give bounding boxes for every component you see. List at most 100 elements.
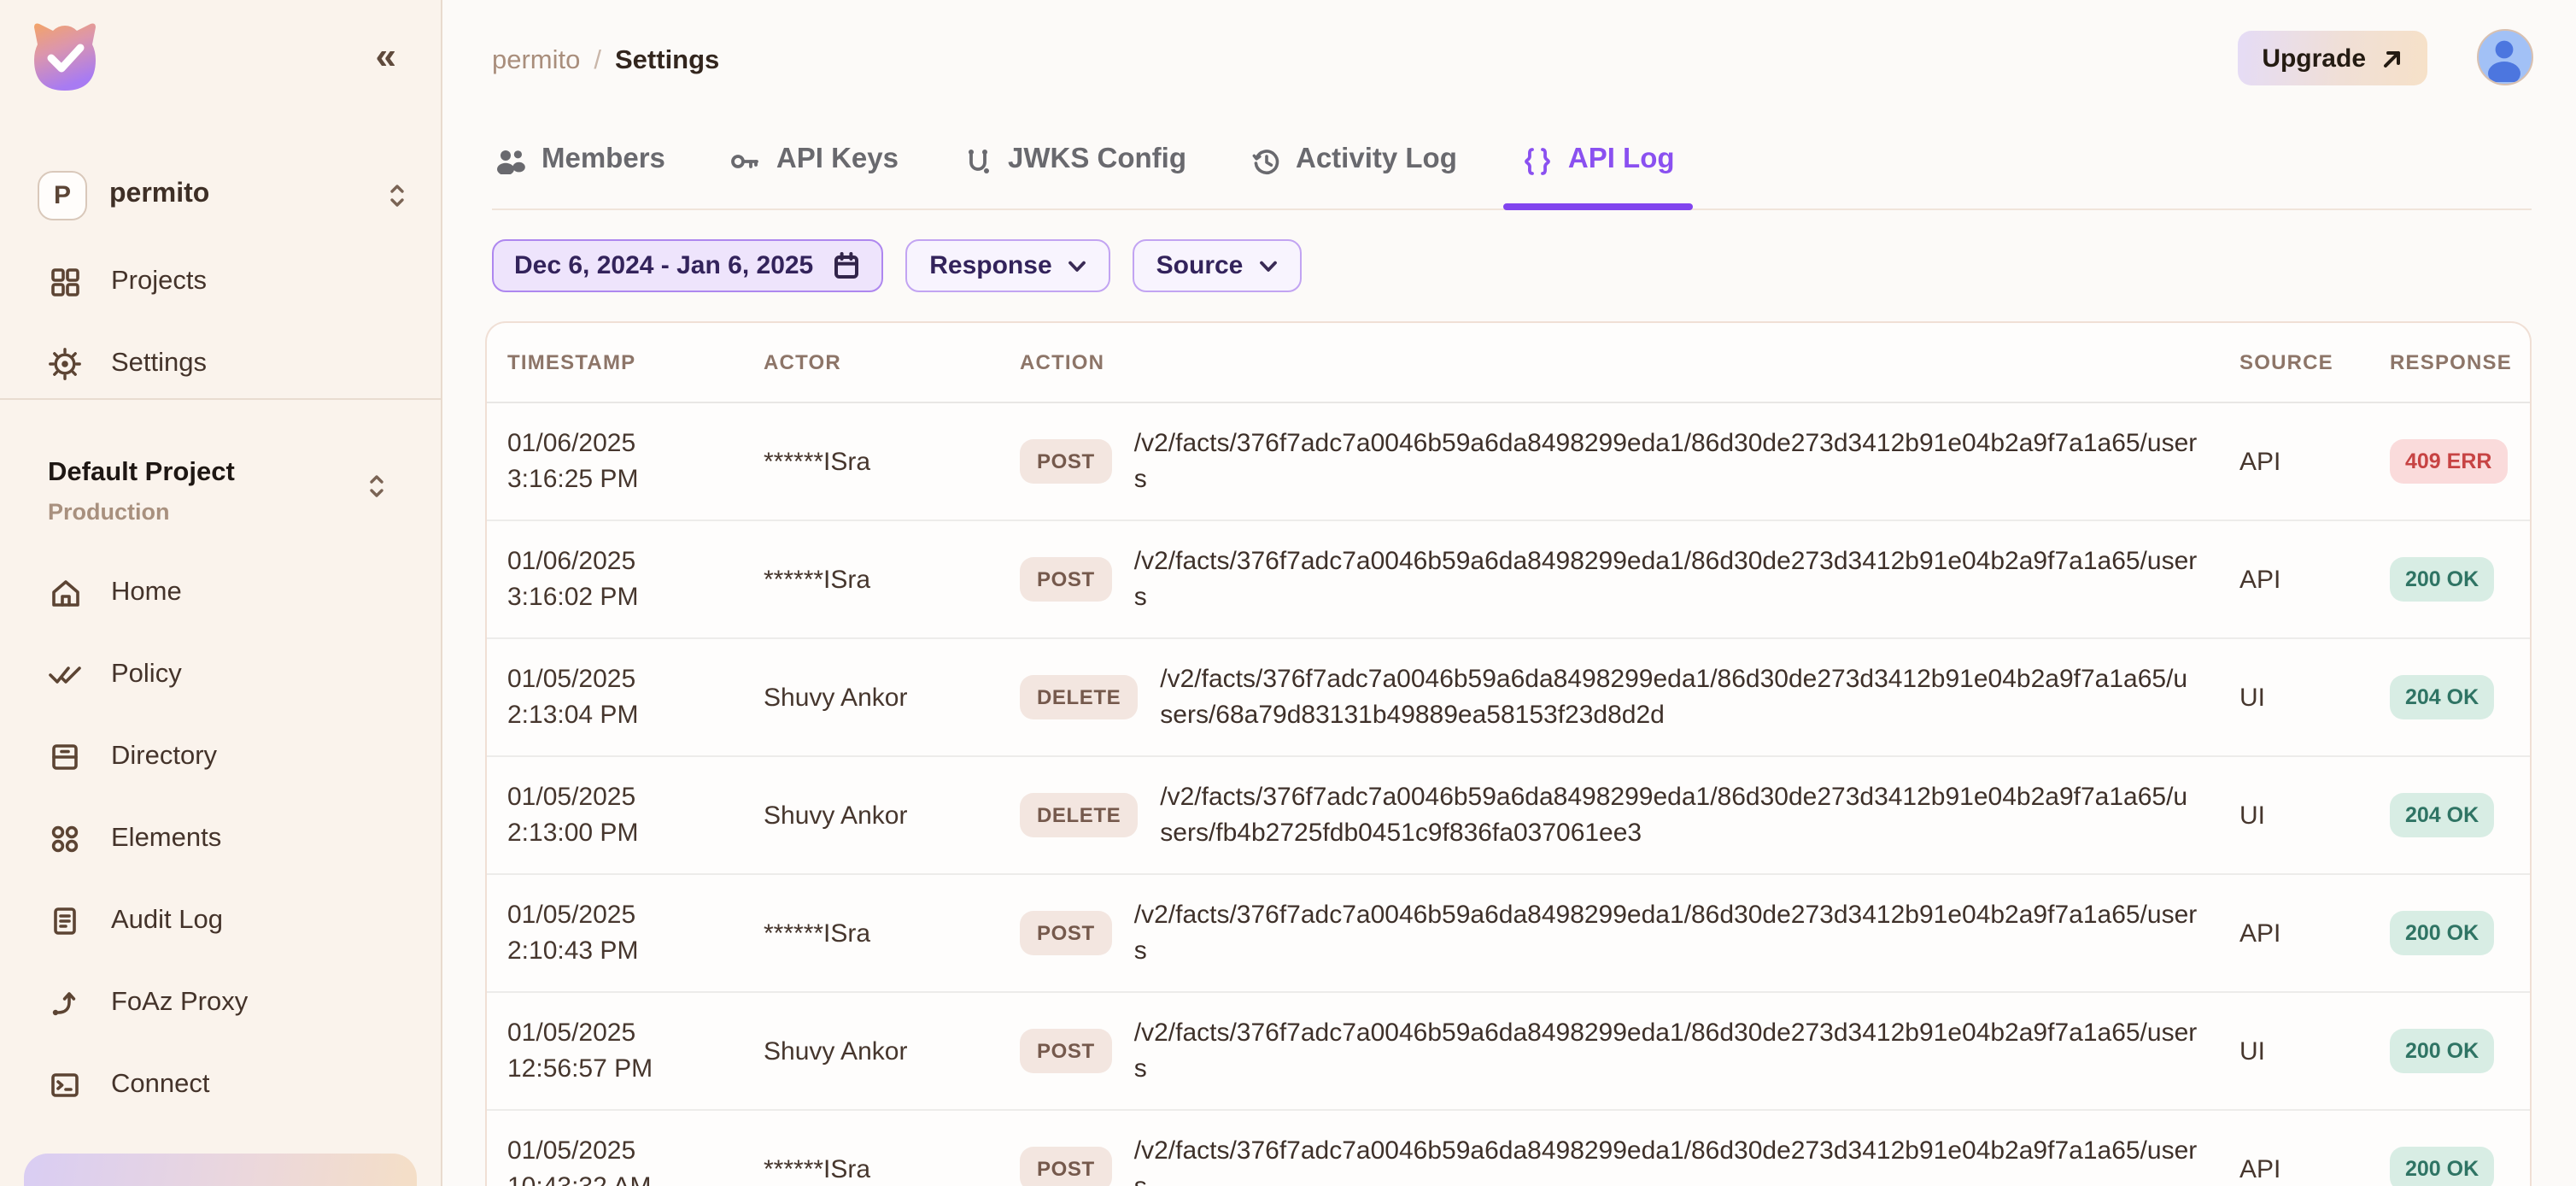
tab-label: JWKS Config bbox=[1008, 144, 1186, 176]
table-body: 01/06/20253:16:25 PM ******ISra POST /v2… bbox=[487, 403, 2530, 1186]
column-header-source: SOURCE bbox=[2239, 350, 2390, 374]
sidebar-item-policy[interactable]: Policy bbox=[27, 644, 420, 706]
sidebar-item-home[interactable]: Home bbox=[27, 562, 420, 624]
actor-cell: ******ISra bbox=[764, 1154, 1020, 1183]
action-cell: POST /v2/facts/376f7adc7a0046b59a6da8498… bbox=[1020, 426, 2239, 497]
sidebar-item-connect[interactable]: Connect bbox=[27, 1054, 420, 1116]
permit-logo-icon bbox=[32, 21, 97, 92]
column-header-actor: ACTOR bbox=[764, 350, 1020, 374]
response-filter-dropdown[interactable]: Response bbox=[905, 239, 1109, 292]
timestamp-cell: 01/05/20252:10:43 PM bbox=[507, 897, 764, 969]
sidebar-item-label: Settings bbox=[111, 349, 207, 379]
action-cell: DELETE /v2/facts/376f7adc7a0046b59a6da84… bbox=[1020, 661, 2239, 733]
table-row[interactable]: 01/06/20253:16:02 PM ******ISra POST /v2… bbox=[487, 521, 2530, 639]
table-row[interactable]: 01/05/202512:56:57 PM Shuvy Ankor POST /… bbox=[487, 993, 2530, 1111]
table-row[interactable]: 01/05/20252:13:04 PM Shuvy Ankor DELETE … bbox=[487, 639, 2530, 757]
sidebar: « P permito Projects bbox=[0, 0, 442, 1186]
sidebar-item-label: Policy bbox=[111, 660, 182, 690]
four-circles-icon bbox=[48, 822, 82, 856]
action-cell: POST /v2/facts/376f7adc7a0046b59a6da8498… bbox=[1020, 1015, 2239, 1087]
calendar-icon bbox=[832, 251, 861, 280]
sidebar-item-projects[interactable]: Projects bbox=[27, 251, 420, 313]
breadcrumb-org-link[interactable]: permito bbox=[492, 46, 580, 77]
response-cell: 200 OK bbox=[2390, 911, 2513, 955]
user-avatar[interactable] bbox=[2477, 29, 2533, 85]
tab-label: Members bbox=[542, 144, 665, 176]
method-badge: DELETE bbox=[1020, 793, 1138, 837]
sidebar-item-settings[interactable]: Settings bbox=[27, 333, 420, 395]
actor-cell: Shuvy Ankor bbox=[764, 683, 1020, 712]
tab-api-log[interactable]: API Log bbox=[1519, 137, 1678, 208]
upgrade-button[interactable]: Upgrade bbox=[2238, 31, 2427, 85]
action-cell: POST /v2/facts/376f7adc7a0046b59a6da8498… bbox=[1020, 543, 2239, 615]
timestamp-cell: 01/06/20253:16:02 PM bbox=[507, 543, 764, 615]
table-row[interactable]: 01/06/20253:16:25 PM ******ISra POST /v2… bbox=[487, 403, 2530, 521]
actor-cell: ******ISra bbox=[764, 919, 1020, 948]
terminal-icon bbox=[48, 1068, 82, 1102]
method-badge: POST bbox=[1020, 557, 1112, 602]
date-range-filter[interactable]: Dec 6, 2024 - Jan 6, 2025 bbox=[492, 239, 883, 292]
action-cell: DELETE /v2/facts/376f7adc7a0046b59a6da84… bbox=[1020, 779, 2239, 851]
promo-card[interactable] bbox=[24, 1154, 417, 1186]
sidebar-item-label: FoAz Proxy bbox=[111, 988, 248, 1019]
sidebar-item-audit-log[interactable]: Audit Log bbox=[27, 890, 420, 952]
actor-cell: Shuvy Ankor bbox=[764, 1036, 1020, 1066]
chevron-down-icon bbox=[1258, 259, 1277, 273]
response-badge: 200 OK bbox=[2390, 1147, 2494, 1186]
chevron-updown-icon bbox=[367, 472, 386, 501]
response-cell: 409 ERR bbox=[2390, 439, 2513, 484]
date-range-value: Dec 6, 2024 - Jan 6, 2025 bbox=[514, 251, 813, 280]
timestamp-cell: 01/05/20252:13:04 PM bbox=[507, 661, 764, 733]
org-name: permito bbox=[109, 179, 388, 210]
method-badge: POST bbox=[1020, 911, 1112, 955]
sidebar-item-label: Audit Log bbox=[111, 906, 223, 936]
request-url: /v2/facts/376f7adc7a0046b59a6da8498299ed… bbox=[1160, 661, 2198, 733]
tab-jwks-config[interactable]: JWKS Config bbox=[960, 137, 1190, 208]
request-url: /v2/facts/376f7adc7a0046b59a6da8498299ed… bbox=[1134, 426, 2198, 497]
arrow-up-right-icon bbox=[2381, 47, 2403, 69]
sidebar-collapse-button[interactable]: « bbox=[376, 38, 394, 75]
response-filter-label: Response bbox=[929, 251, 1051, 280]
sidebar-item-directory[interactable]: Directory bbox=[27, 726, 420, 788]
sidebar-item-elements[interactable]: Elements bbox=[27, 808, 420, 870]
response-cell: 200 OK bbox=[2390, 557, 2513, 602]
main-content: permito / Settings Upgrade bbox=[442, 0, 2576, 1186]
table-row[interactable]: 01/05/20252:10:43 PM ******ISra POST /v2… bbox=[487, 875, 2530, 993]
org-selector[interactable]: P permito bbox=[38, 169, 407, 220]
timestamp-cell: 01/05/20252:13:00 PM bbox=[507, 779, 764, 851]
method-badge: POST bbox=[1020, 1029, 1112, 1073]
request-url: /v2/facts/376f7adc7a0046b59a6da8498299ed… bbox=[1134, 1133, 2198, 1186]
source-cell: API bbox=[2239, 447, 2390, 476]
sidebar-item-foaz-proxy[interactable]: FoAz Proxy bbox=[27, 972, 420, 1034]
sidebar-item-label: Directory bbox=[111, 742, 217, 772]
tab-api-keys[interactable]: API Keys bbox=[727, 137, 902, 208]
table-header-row: TIMESTAMP ACTOR ACTION SOURCE RESPONSE bbox=[487, 323, 2530, 403]
code-braces-icon bbox=[1522, 147, 1553, 176]
response-badge: 409 ERR bbox=[2390, 439, 2507, 484]
source-cell: API bbox=[2239, 565, 2390, 594]
response-cell: 200 OK bbox=[2390, 1147, 2513, 1186]
source-cell: API bbox=[2239, 919, 2390, 948]
response-badge: 200 OK bbox=[2390, 557, 2494, 602]
project-selector[interactable]: Default Project Production bbox=[48, 458, 407, 525]
timestamp-cell: 01/06/20253:16:25 PM bbox=[507, 426, 764, 497]
breadcrumb-separator: / bbox=[594, 46, 601, 77]
source-filter-dropdown[interactable]: Source bbox=[1133, 239, 1302, 292]
action-cell: POST /v2/facts/376f7adc7a0046b59a6da8498… bbox=[1020, 897, 2239, 969]
gear-icon bbox=[48, 347, 82, 381]
tab-activity-log[interactable]: Activity Log bbox=[1248, 137, 1461, 208]
response-cell: 204 OK bbox=[2390, 793, 2513, 837]
source-cell: UI bbox=[2239, 801, 2390, 830]
sidebar-item-label: Connect bbox=[111, 1070, 209, 1101]
column-header-timestamp: TIMESTAMP bbox=[507, 350, 764, 374]
settings-tabs: Members API Keys bbox=[492, 137, 2532, 210]
app-window: « P permito Projects bbox=[0, 0, 2576, 1186]
chevron-updown-icon bbox=[388, 180, 407, 209]
table-row[interactable]: 01/05/20252:13:00 PM Shuvy Ankor DELETE … bbox=[487, 757, 2530, 875]
table-row[interactable]: 01/05/202510:43:32 AM ******ISra POST /v… bbox=[487, 1111, 2530, 1186]
tab-members[interactable]: Members bbox=[492, 137, 669, 208]
source-filter-label: Source bbox=[1156, 251, 1244, 280]
history-icon bbox=[1251, 147, 1280, 176]
source-cell: UI bbox=[2239, 683, 2390, 712]
actor-cell: ******ISra bbox=[764, 565, 1020, 594]
